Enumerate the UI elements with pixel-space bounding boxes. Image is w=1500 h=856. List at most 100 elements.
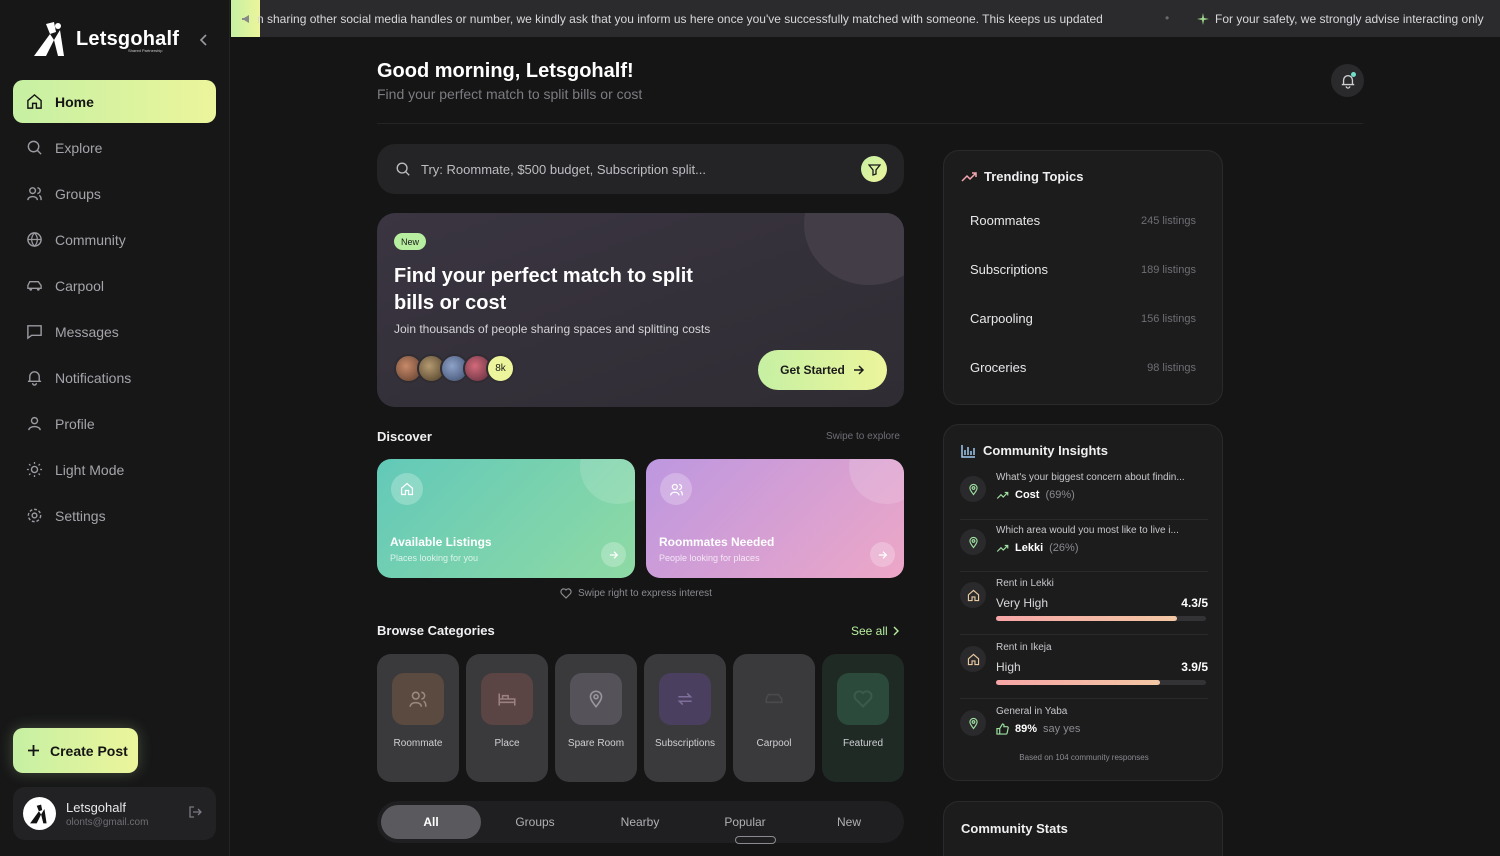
- logout-icon[interactable]: [188, 805, 202, 824]
- bed-icon: [481, 673, 533, 725]
- poll-answer-percent: (26%): [1049, 542, 1079, 554]
- announcement-text: n sharing other social media handles or …: [257, 12, 1103, 26]
- announcement-text-2-label: For your safety, we strongly advise inte…: [1215, 12, 1484, 26]
- sidebar-item-label: Home: [55, 93, 94, 110]
- tab-new[interactable]: New: [799, 805, 899, 839]
- arrow-right-icon[interactable]: [601, 542, 626, 567]
- community-insights-panel: Community Insights What's your biggest c…: [943, 424, 1223, 781]
- search-input[interactable]: Try: Roommate, $500 budget, Subscription…: [421, 162, 706, 177]
- logo-tagline: Shared Partnership: [128, 48, 163, 53]
- trending-up-icon: [996, 544, 1009, 552]
- map-pin-icon: [570, 673, 622, 725]
- divider: [960, 571, 1208, 572]
- announcement-bar: n sharing other social media handles or …: [231, 0, 1500, 37]
- heart-icon: [560, 588, 572, 599]
- poll-answer-label: Cost: [1015, 489, 1040, 501]
- topic-name: Subscriptions: [970, 262, 1049, 277]
- map-pin-icon: [960, 529, 986, 555]
- trending-title: Trending Topics: [961, 169, 1083, 184]
- topic-count: 189 listings: [1140, 263, 1196, 276]
- sidebar-item-label: Profile: [55, 415, 95, 432]
- sidebar-item-messages[interactable]: Messages: [13, 310, 216, 353]
- sidebar-item-home[interactable]: Home: [13, 80, 216, 123]
- available-listings-card[interactable]: Available Listings Places looking for yo…: [377, 459, 635, 578]
- general-value: 89%: [1015, 723, 1038, 735]
- notifications-button[interactable]: [1331, 64, 1364, 97]
- category-place[interactable]: Place: [466, 654, 548, 782]
- user-icon: [28, 416, 41, 431]
- logo-mark-icon: [29, 804, 47, 823]
- sidebar-item-label: Groups: [55, 185, 101, 202]
- category-label: Subscriptions: [654, 738, 716, 749]
- sidebar-item-explore[interactable]: Explore: [13, 126, 216, 169]
- tab-all[interactable]: All: [381, 805, 481, 839]
- sidebar-item-label: Light Mode: [55, 461, 125, 478]
- topic-row[interactable]: Subscriptions 189 listings: [970, 262, 1196, 277]
- rating-bar-fill: [996, 680, 1160, 685]
- category-spare-room[interactable]: Spare Room: [555, 654, 637, 782]
- stats-title: Community Stats: [961, 821, 1068, 836]
- sidebar-nav: Home Explore Groups Community Carpool Me…: [13, 80, 216, 540]
- collapse-sidebar-button[interactable]: [196, 30, 212, 50]
- category-subscriptions[interactable]: Subscriptions: [644, 654, 726, 782]
- home-icon: [27, 93, 42, 109]
- gear-icon: [27, 508, 42, 523]
- category-carpool[interactable]: Carpool: [733, 654, 815, 782]
- topic-count: 156 listings: [1140, 312, 1196, 325]
- scroll-indicator[interactable]: [735, 836, 776, 844]
- page-title: Good morning, Letsgohalf!: [377, 60, 634, 82]
- sidebar-item-profile[interactable]: Profile: [13, 402, 216, 445]
- user-info: Letsgohalf olonts@gmail.com: [66, 800, 148, 828]
- sidebar-item-settings[interactable]: Settings: [13, 494, 216, 537]
- topic-row[interactable]: Roommates 245 listings: [970, 213, 1196, 228]
- thumbs-up-icon: [996, 723, 1009, 735]
- tab-popular[interactable]: Popular: [695, 805, 795, 839]
- decorative-circle: [804, 213, 904, 285]
- user-card[interactable]: Letsgohalf olonts@gmail.com: [13, 787, 216, 840]
- topic-row[interactable]: Groceries 98 listings: [970, 360, 1196, 375]
- category-label: Spare Room: [567, 738, 625, 749]
- hero-subtitle: Join thousands of people sharing spaces …: [394, 322, 711, 336]
- app-root: Letsgohalf Shared Partnership Home Explo…: [0, 0, 1500, 856]
- topic-count: 245 listings: [1140, 214, 1196, 227]
- topic-row[interactable]: Carpooling 156 listings: [970, 311, 1196, 326]
- discover-title: Discover: [377, 429, 432, 444]
- category-label: Carpool: [756, 738, 792, 749]
- map-pin-icon: [960, 710, 986, 736]
- map-pin-icon: [960, 476, 986, 502]
- sidebar-item-light-mode[interactable]: Light Mode: [13, 448, 216, 491]
- search-bar[interactable]: Try: Roommate, $500 budget, Subscription…: [377, 144, 904, 194]
- sidebar-item-community[interactable]: Community: [13, 218, 216, 261]
- sidebar-item-groups[interactable]: Groups: [13, 172, 216, 215]
- poll-answer: Cost (69%): [996, 489, 1075, 501]
- sidebar-item-label: Community: [55, 231, 126, 248]
- tab-groups[interactable]: Groups: [485, 805, 585, 839]
- rating-bar: [996, 616, 1206, 621]
- tab-nearby[interactable]: Nearby: [590, 805, 690, 839]
- category-roommate[interactable]: Roommate: [377, 654, 459, 782]
- sidebar-item-notifications[interactable]: Notifications: [13, 356, 216, 399]
- create-post-button[interactable]: Create Post: [13, 728, 138, 773]
- car-icon: [27, 281, 42, 291]
- card-subtitle: Places looking for you: [390, 553, 479, 563]
- general-suffix: say yes: [1043, 723, 1081, 735]
- sidebar-item-carpool[interactable]: Carpool: [13, 264, 216, 307]
- arrow-right-icon[interactable]: [870, 542, 895, 567]
- megaphone-icon: [231, 0, 260, 37]
- category-featured[interactable]: Featured: [822, 654, 904, 782]
- see-all-link[interactable]: See all: [851, 624, 900, 638]
- home-icon: [960, 582, 986, 608]
- filter-button[interactable]: [861, 156, 887, 182]
- topic-count: 98 listings: [1147, 361, 1196, 374]
- hero-banner: New Find your perfect match to split bil…: [377, 213, 904, 407]
- poll-question: Which area would you most like to live i…: [996, 525, 1179, 536]
- get-started-button[interactable]: Get Started: [758, 350, 887, 390]
- trending-title-label: Trending Topics: [984, 169, 1084, 184]
- roommates-needed-card[interactable]: Roommates Needed People looking for plac…: [646, 459, 904, 578]
- category-label: Roommate: [393, 738, 443, 749]
- trending-topics-panel: Trending Topics Roommates 245 listings S…: [943, 150, 1223, 405]
- message-icon: [27, 325, 42, 340]
- sidebar-item-label: Notifications: [55, 369, 132, 386]
- card-title: Available Listings: [390, 535, 492, 549]
- poll-question: What's your biggest concern about findin…: [996, 472, 1185, 483]
